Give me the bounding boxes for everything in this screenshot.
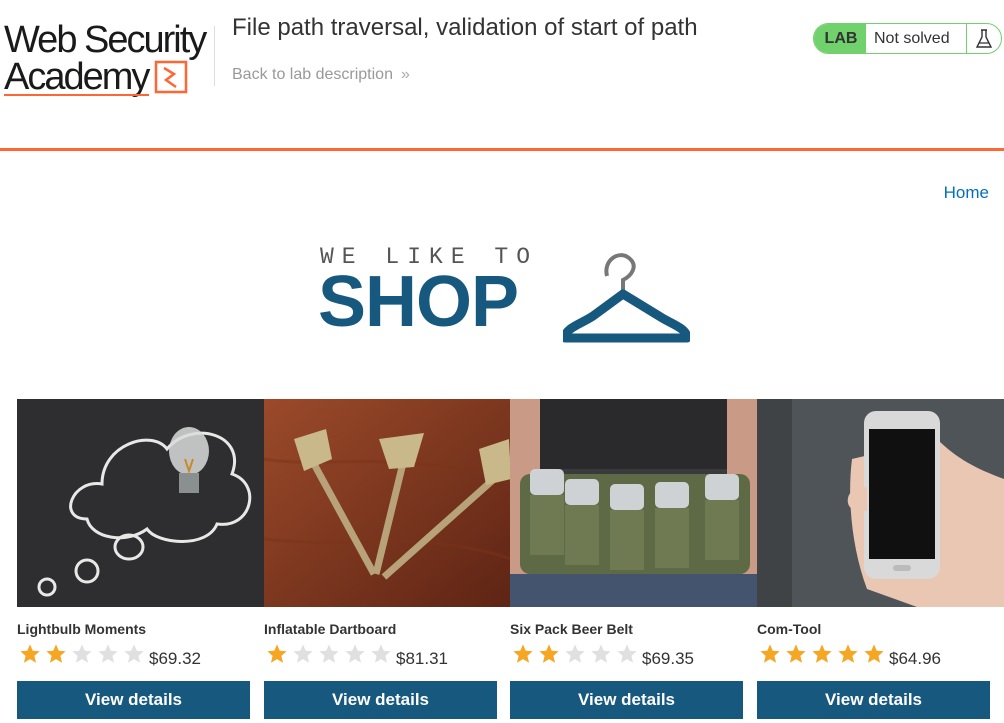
star-filled-icon bbox=[838, 644, 858, 663]
lab-status-text: Not solved bbox=[874, 29, 950, 47]
header-rule bbox=[0, 148, 1004, 151]
star-rating bbox=[757, 643, 887, 665]
product-name: Inflatable Dartboard bbox=[264, 621, 397, 637]
star-filled-icon bbox=[864, 644, 884, 663]
beer-belt-image bbox=[510, 399, 757, 607]
back-to-lab-description-link[interactable]: Back to lab description » bbox=[232, 66, 410, 84]
star-filled-icon bbox=[46, 644, 66, 663]
star-empty-icon bbox=[293, 644, 313, 663]
product-name: Lightbulb Moments bbox=[17, 621, 147, 637]
star-empty-icon bbox=[72, 644, 92, 663]
view-details-button[interactable]: View details bbox=[757, 681, 990, 719]
lightbulb-chalkboard-image bbox=[17, 399, 264, 607]
star-empty-icon bbox=[319, 644, 339, 663]
star-rating bbox=[264, 643, 394, 665]
star-filled-icon bbox=[760, 644, 780, 663]
smartphone-hand-image bbox=[757, 399, 1004, 607]
lab-status-widget: LAB Not solved bbox=[813, 23, 1002, 54]
star-empty-icon bbox=[98, 644, 118, 663]
lab-badge: LAB bbox=[814, 24, 866, 53]
star-filled-icon bbox=[267, 644, 287, 663]
product-card: Inflatable Dartboard $81.31 View details bbox=[264, 399, 511, 723]
product-price: $81.31 bbox=[396, 649, 448, 668]
star-empty-icon bbox=[345, 644, 365, 663]
home-link[interactable]: Home bbox=[944, 183, 989, 203]
back-link-label: Back to lab description bbox=[232, 66, 393, 83]
product-price: $69.35 bbox=[642, 649, 694, 668]
product-card: Lightbulb Moments $69.32 View details bbox=[17, 399, 264, 723]
view-details-button[interactable]: View details bbox=[264, 681, 497, 719]
coat-hanger-icon bbox=[563, 253, 690, 343]
product-name: Com-Tool bbox=[757, 621, 822, 637]
star-empty-icon bbox=[371, 644, 391, 663]
star-rating bbox=[17, 643, 147, 665]
product-name: Six Pack Beer Belt bbox=[510, 621, 633, 637]
logo-bolt-icon bbox=[154, 60, 188, 94]
product-price: $69.32 bbox=[149, 649, 201, 668]
star-empty-icon bbox=[565, 644, 585, 663]
star-filled-icon bbox=[786, 644, 806, 663]
product-price: $64.96 bbox=[889, 649, 941, 668]
lab-title: File path traversal, validation of start… bbox=[232, 14, 698, 41]
star-empty-icon bbox=[124, 644, 144, 663]
shop-banner: WE LIKE TO SHOP bbox=[318, 244, 690, 344]
star-rating bbox=[510, 643, 640, 665]
darts-image bbox=[264, 399, 511, 607]
star-empty-icon bbox=[617, 644, 637, 663]
view-details-button[interactable]: View details bbox=[510, 681, 743, 719]
star-filled-icon bbox=[20, 644, 40, 663]
star-filled-icon bbox=[812, 644, 832, 663]
web-security-academy-logo[interactable]: Web Security Academy bbox=[2, 18, 214, 98]
star-filled-icon bbox=[513, 644, 533, 663]
logo-text-line2: Academy bbox=[4, 56, 150, 98]
header-divider bbox=[214, 26, 215, 86]
product-card: Com-Tool $64.96 View details bbox=[757, 399, 1004, 723]
banner-word: SHOP bbox=[318, 262, 519, 342]
flask-icon bbox=[966, 24, 1001, 53]
logo-text-line1: Web Security bbox=[4, 19, 207, 61]
star-filled-icon bbox=[539, 644, 559, 663]
star-empty-icon bbox=[591, 644, 611, 663]
double-chevron-right-icon: » bbox=[400, 66, 410, 83]
logo-underline bbox=[4, 94, 149, 96]
product-card: Six Pack Beer Belt $69.35 View details bbox=[510, 399, 757, 723]
view-details-button[interactable]: View details bbox=[17, 681, 250, 719]
